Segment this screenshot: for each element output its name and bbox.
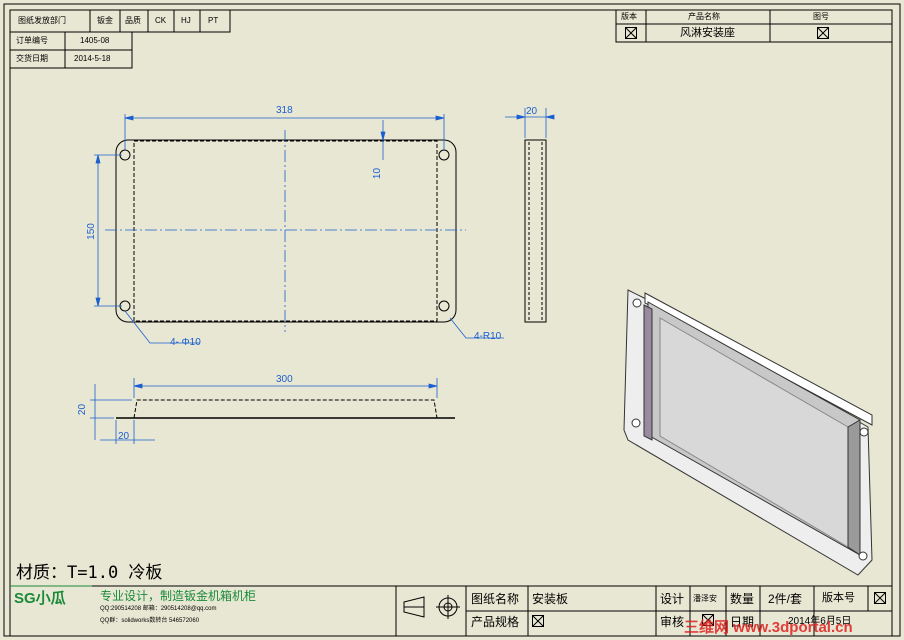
front-view <box>105 130 466 332</box>
dim-hole-dia: 4- Φ10 <box>170 337 201 348</box>
drawing-name: 安装板 <box>532 592 569 606</box>
dim-side-depth: 20 <box>526 106 538 117</box>
company-slogan: 专业设计，制造钣金机箱机柜 <box>100 589 257 603</box>
isometric-view <box>623 289 873 576</box>
review-label: 审核 <box>660 615 685 629</box>
dim-hole-offset: 10 <box>372 167 384 180</box>
order-label: 订单编号 <box>16 36 48 45</box>
product-header: 产品名称 <box>688 12 720 21</box>
qty-value: 2件/套 <box>768 592 803 606</box>
front-dimensions <box>94 114 504 344</box>
quality-label: 品质 <box>125 16 141 25</box>
side-view <box>524 139 547 323</box>
order-value: 1405-08 <box>80 36 110 45</box>
product-name: 风淋安装座 <box>680 27 735 39</box>
design-label: 设计 <box>660 592 685 606</box>
version-header: 版本 <box>621 12 637 21</box>
dim-bottom-width: 300 <box>276 374 293 385</box>
spec-label: 产品规格 <box>471 615 520 629</box>
group-line: QQ群：solidworks数转台 546572060 <box>100 618 200 624</box>
flange-outline <box>115 139 457 323</box>
contact-line: QQ:290514208 邮箱：290514208@qq.com <box>100 606 217 612</box>
qty-label: 数量 <box>730 592 755 606</box>
watermark: 三维网 www.3dportal.cn <box>684 619 853 636</box>
projection-symbol <box>403 595 460 619</box>
dim-top-width: 318 <box>276 105 293 116</box>
delivery-date-value: 2014-5-18 <box>74 54 111 63</box>
material-note: 材质：T=1.0 冷板 <box>16 563 163 583</box>
dim-bottom-offset: 20 <box>118 431 130 442</box>
sheetmetal-label: 钣金 <box>97 16 113 25</box>
empty-field-icon <box>817 27 829 39</box>
pt-label: PT <box>208 16 219 25</box>
dept-label: 图纸发放部门 <box>18 16 66 25</box>
bottom-view <box>116 399 455 419</box>
version-no-label: 版本号 <box>822 592 855 604</box>
dim-radius: 4-R10 <box>474 331 502 342</box>
drawing-no-header: 图号 <box>813 12 829 21</box>
inner-dashed-outline <box>133 140 438 322</box>
dim-height: 150 <box>85 223 97 240</box>
empty-field-icon <box>625 27 637 39</box>
delivery-date-label: 交货日期 <box>16 54 48 63</box>
top-right-table <box>615 9 893 43</box>
hj-label: HJ <box>181 16 191 25</box>
mount-hole <box>438 300 450 312</box>
dim-bottom-height: 20 <box>77 403 89 416</box>
mount-hole <box>438 149 450 161</box>
empty-field-icon <box>874 592 886 604</box>
empty-field-icon <box>532 615 544 627</box>
drawing-sheet <box>3 3 901 637</box>
drawing-name-label: 图纸名称 <box>471 592 520 606</box>
designer-name: 潘泽安 <box>693 594 717 603</box>
bottom-dimensions <box>90 378 438 444</box>
ck-label: CK <box>155 16 167 25</box>
company-logo: SG小瓜 <box>14 590 66 607</box>
